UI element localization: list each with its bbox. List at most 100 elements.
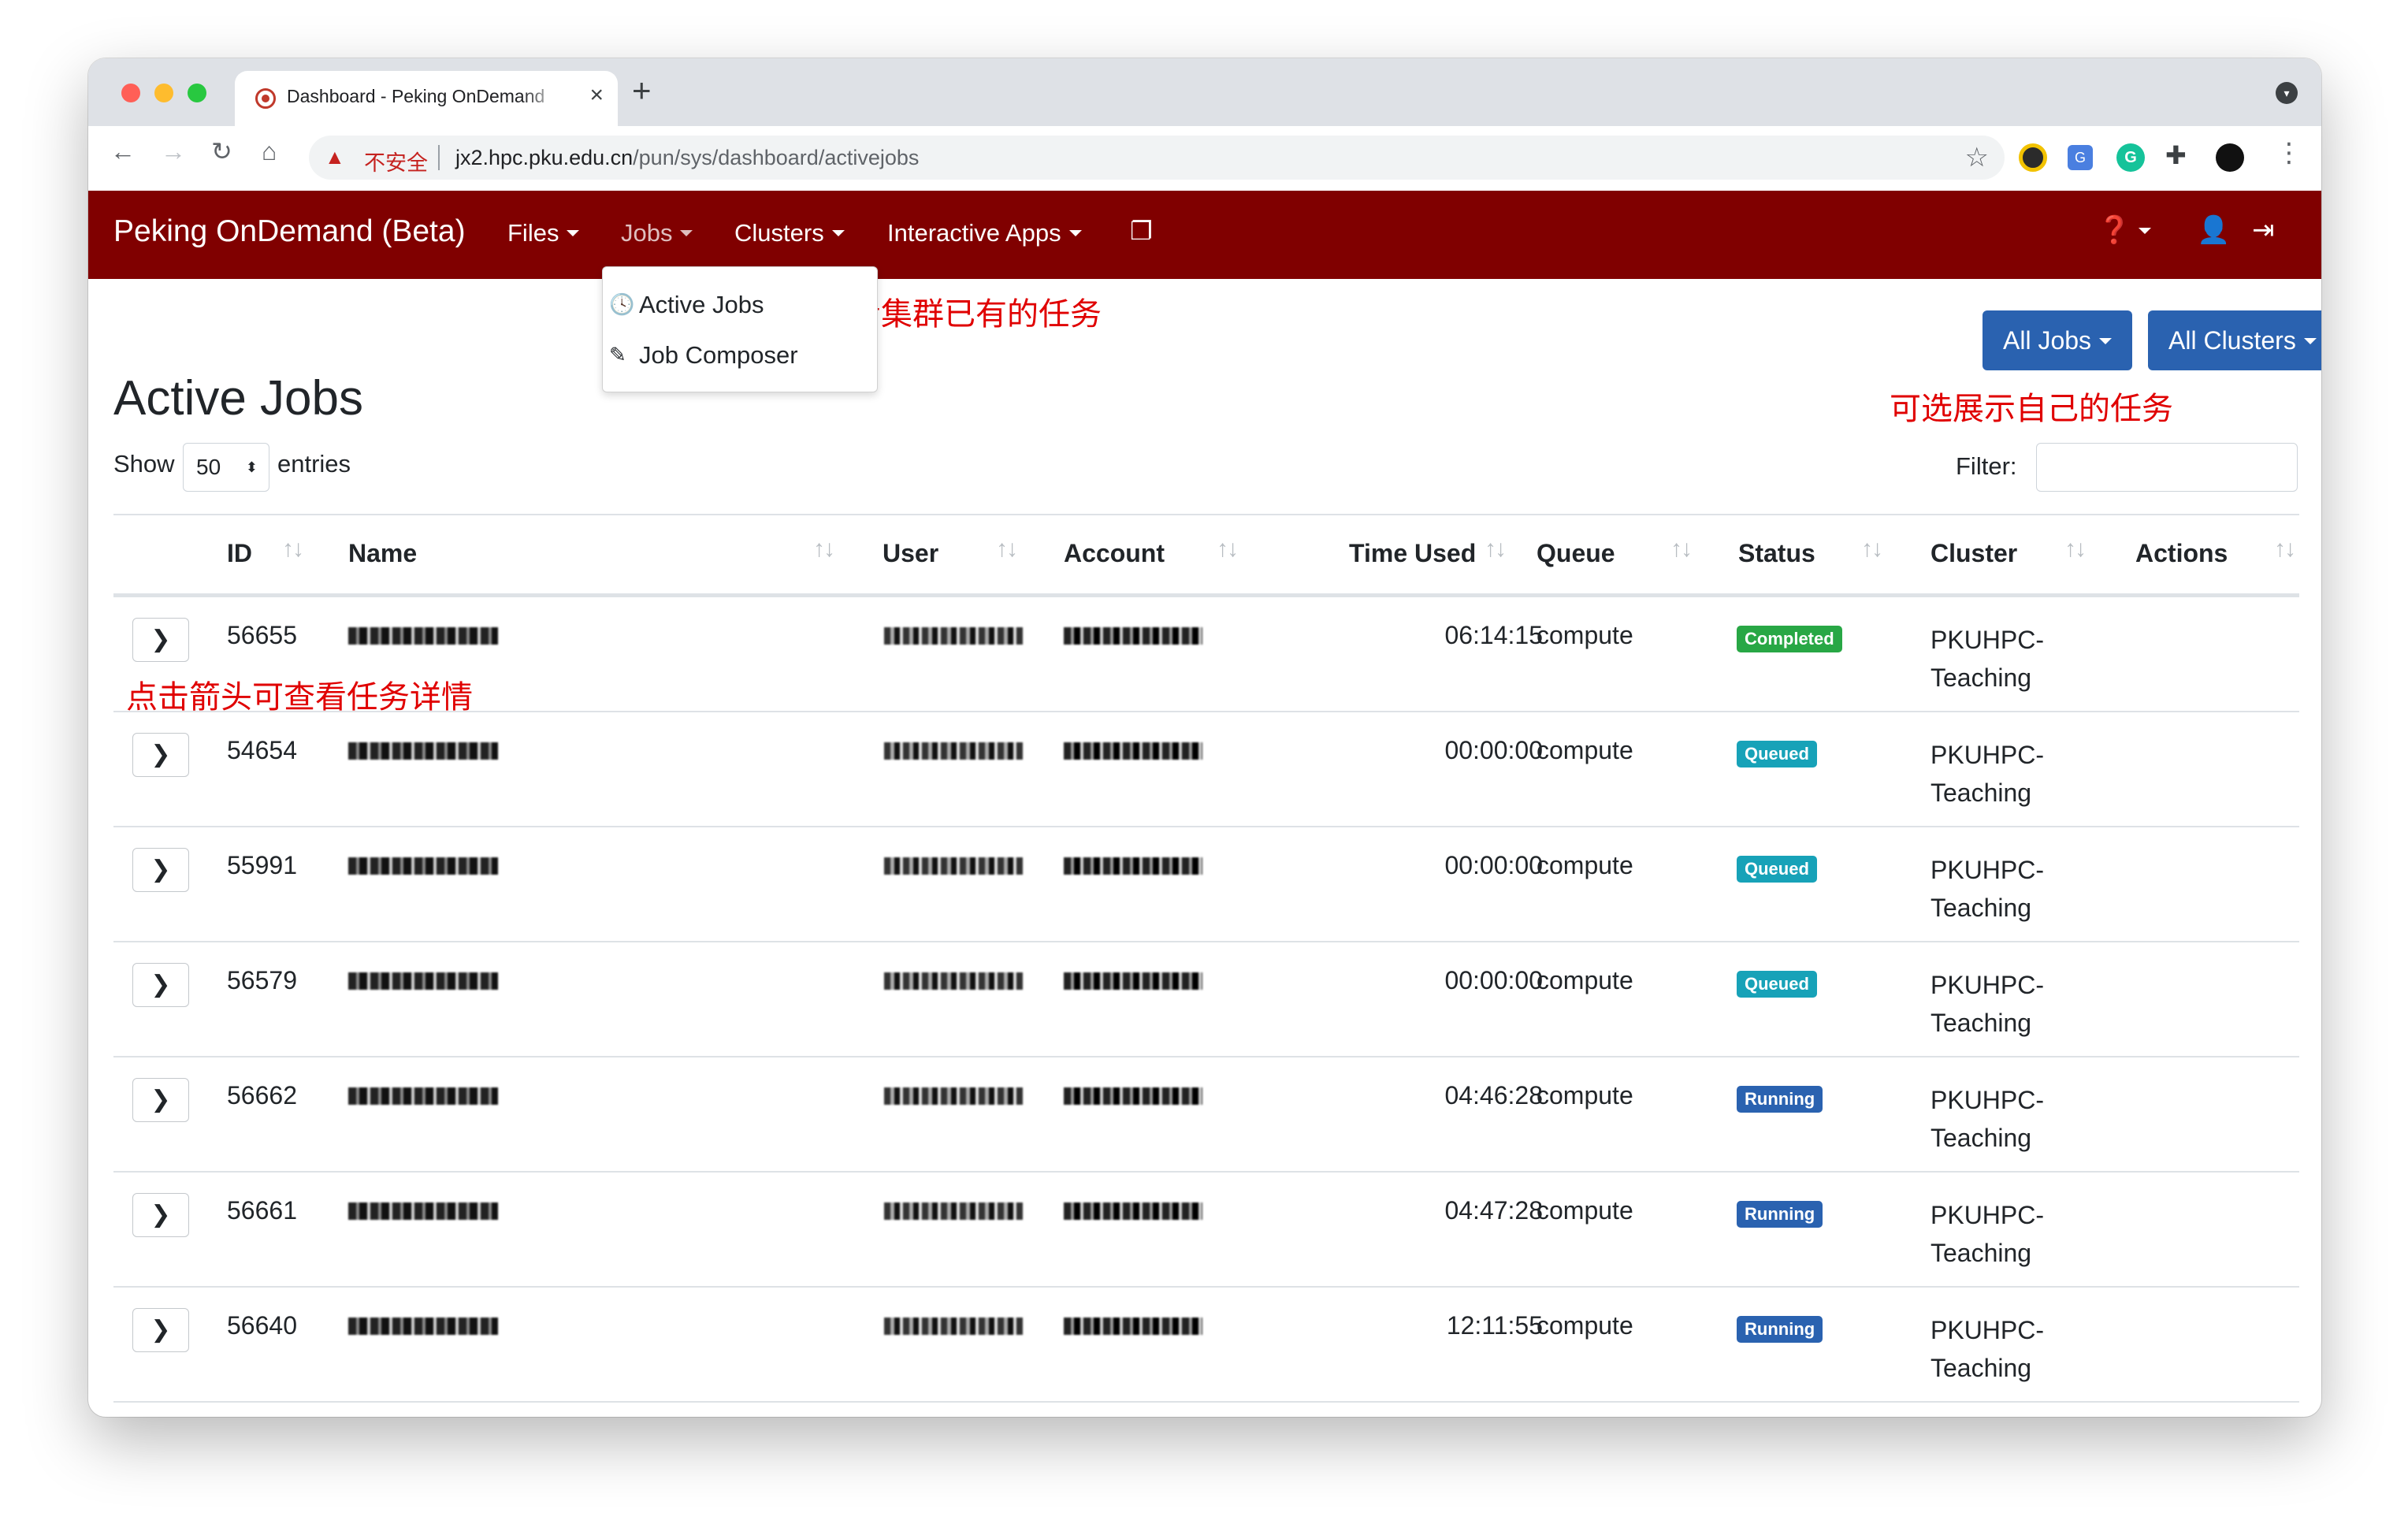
address-bar[interactable]: ▲ 不安全 jx2.hpc.pku.edu.cn/pun/sys/dashboa… [309,136,2005,180]
job-name-redacted [348,972,498,990]
job-name-redacted [348,857,498,875]
extension-circle-icon[interactable] [2019,143,2047,172]
job-name-redacted [348,1318,498,1335]
status-badge: Completed [1737,626,1842,652]
expand-row-button[interactable]: ❯ [132,848,189,892]
status-badge: Queued [1737,741,1817,768]
table-row: ❯ 56655 06:14:15 compute Completed PKUHPC- Te… [113,597,2299,712]
job-name-redacted [348,742,498,760]
dropdown-item-job-composer[interactable]: ✎ Job Composer [609,341,798,370]
help-icon[interactable]: ❓ [2098,214,2151,246]
job-queue: compute [1537,736,1633,764]
job-cluster: PKUHPC- Teaching [1930,1086,2045,1152]
select-arrows-icon: ⬍ [245,459,258,475]
job-id: 55991 [227,851,297,879]
column-header-user[interactable]: User [883,539,938,568]
sort-icon[interactable]: ↑↓ [2064,536,2087,563]
insecure-label[interactable]: 不安全 [364,146,428,177]
job-id: 56661 [227,1196,297,1225]
new-tab-button[interactable]: + [632,74,652,107]
status-badge: Running [1737,1316,1823,1343]
job-cluster: PKUHPC- Teaching [1930,1316,2045,1382]
status-badge: Queued [1737,971,1817,998]
show-label: Show [113,450,175,478]
job-time-used: 12:11:55 [1446,1311,1543,1340]
bookmark-star-icon[interactable]: ☆ [1965,142,1989,173]
column-header-name[interactable]: Name [348,539,417,568]
chevron-right-icon: ❯ [150,741,171,768]
table-row: ❯ 56579 00:00:00 compute Queued PKUHPC- Teach… [113,942,2299,1057]
column-header-time-used[interactable]: Time Used [1349,539,1476,568]
job-time-used: 04:46:28 [1444,1081,1543,1109]
grammarly-extension-icon[interactable]: G [2116,143,2145,172]
brand-link[interactable]: Peking OnDemand (Beta) [113,214,466,249]
logout-icon[interactable]: ⇥ [2252,214,2275,246]
column-header-actions[interactable]: Actions [2135,539,2228,568]
url-text[interactable]: jx2.hpc.pku.edu.cn/pun/sys/dashboard/act… [455,146,919,170]
nav-interactive-apps[interactable]: Interactive Apps [887,219,1082,247]
expand-row-button[interactable]: ❯ [132,963,189,1007]
sort-icon[interactable]: ↑↓ [282,536,304,563]
expand-row-button[interactable]: ❯ [132,1308,189,1352]
translate-extension-icon[interactable]: G [2068,145,2093,170]
browser-window: Dashboard - Peking OnDemand × + ▾ ← → ↻ … [88,58,2321,1417]
browser-tab-dashboard[interactable]: Dashboard - Peking OnDemand × [235,71,618,126]
sessions-icon[interactable]: ❐ [1130,216,1153,246]
sort-icon[interactable]: ↑↓ [813,536,835,563]
sort-icon[interactable]: ↑↓ [1485,536,1507,563]
sort-icon[interactable]: ↑↓ [1217,536,1239,563]
tab-title: Dashboard - Peking OnDemand [287,86,545,106]
column-header-cluster[interactable]: Cluster [1930,539,2017,568]
job-user-redacted [884,1318,1023,1335]
nav-clusters[interactable]: Clusters [734,219,845,247]
reload-icon[interactable]: ↻ [211,139,232,164]
expand-row-button[interactable]: ❯ [132,1193,189,1237]
sort-icon[interactable]: ↑↓ [2274,536,2296,563]
job-name-redacted [348,1087,498,1105]
puzzle-extensions-icon[interactable]: ✚ [2165,140,2194,169]
job-account-redacted [1064,1318,1202,1335]
dropdown-item-label: Job Composer [639,341,798,369]
job-name-redacted [348,1202,498,1220]
close-window-button[interactable] [121,84,140,102]
expand-row-button[interactable]: ❯ [132,1078,189,1122]
column-header-queue[interactable]: Queue [1537,539,1615,568]
sort-icon[interactable]: ↑↓ [1861,536,1883,563]
job-id: 56579 [227,966,297,994]
job-id: 54654 [227,736,297,764]
profile-avatar[interactable] [2216,143,2244,172]
page-title: Active Jobs [113,371,364,426]
tab-close-icon[interactable]: × [589,82,604,109]
job-queue: compute [1537,966,1633,994]
expand-row-button[interactable]: ❯ [132,733,189,777]
maximize-window-button[interactable] [188,84,206,102]
pku-favicon-icon [255,88,276,109]
jobs-table: ID ↑↓ Name ↑↓ User ↑↓ Account ↑↓ Time Us… [113,514,2299,1403]
sort-icon[interactable]: ↑↓ [996,536,1018,563]
dropdown-item-active-jobs[interactable]: 🕓 Active Jobs [609,291,764,319]
sort-icon[interactable]: ↑↓ [1670,536,1693,563]
back-arrow-icon[interactable]: ← [110,139,136,164]
entries-select-value: 50 [196,455,221,479]
job-cluster: PKUHPC- Teaching [1930,626,2045,692]
expand-row-button[interactable]: ❯ [132,618,189,662]
url-host: jx2.hpc.pku.edu.cn [455,146,634,169]
nav-jobs[interactable]: Jobs [621,219,693,247]
all-jobs-button[interactable]: All Jobs [1983,310,2133,370]
all-clusters-button[interactable]: All Clusters [2148,310,2321,370]
forward-arrow-icon[interactable]: → [161,139,186,164]
user-icon[interactable]: 👤 [2197,214,2230,246]
status-badge: Running [1737,1086,1823,1113]
column-header-status[interactable]: Status [1738,539,1815,568]
minimize-window-button[interactable] [154,84,173,102]
nav-files[interactable]: Files [507,219,579,247]
browser-menu-icon[interactable]: ⋮ [2276,137,2304,168]
omnibox-divider [438,145,440,170]
tab-search-icon[interactable]: ▾ [2276,82,2298,104]
home-icon[interactable]: ⌂ [262,139,277,164]
column-header-id[interactable]: ID [227,539,252,568]
warning-icon: ▲ [325,145,345,169]
column-header-account[interactable]: Account [1064,539,1165,568]
entries-select[interactable]: 50 ⬍ [183,443,269,492]
filter-input[interactable] [2036,443,2298,492]
